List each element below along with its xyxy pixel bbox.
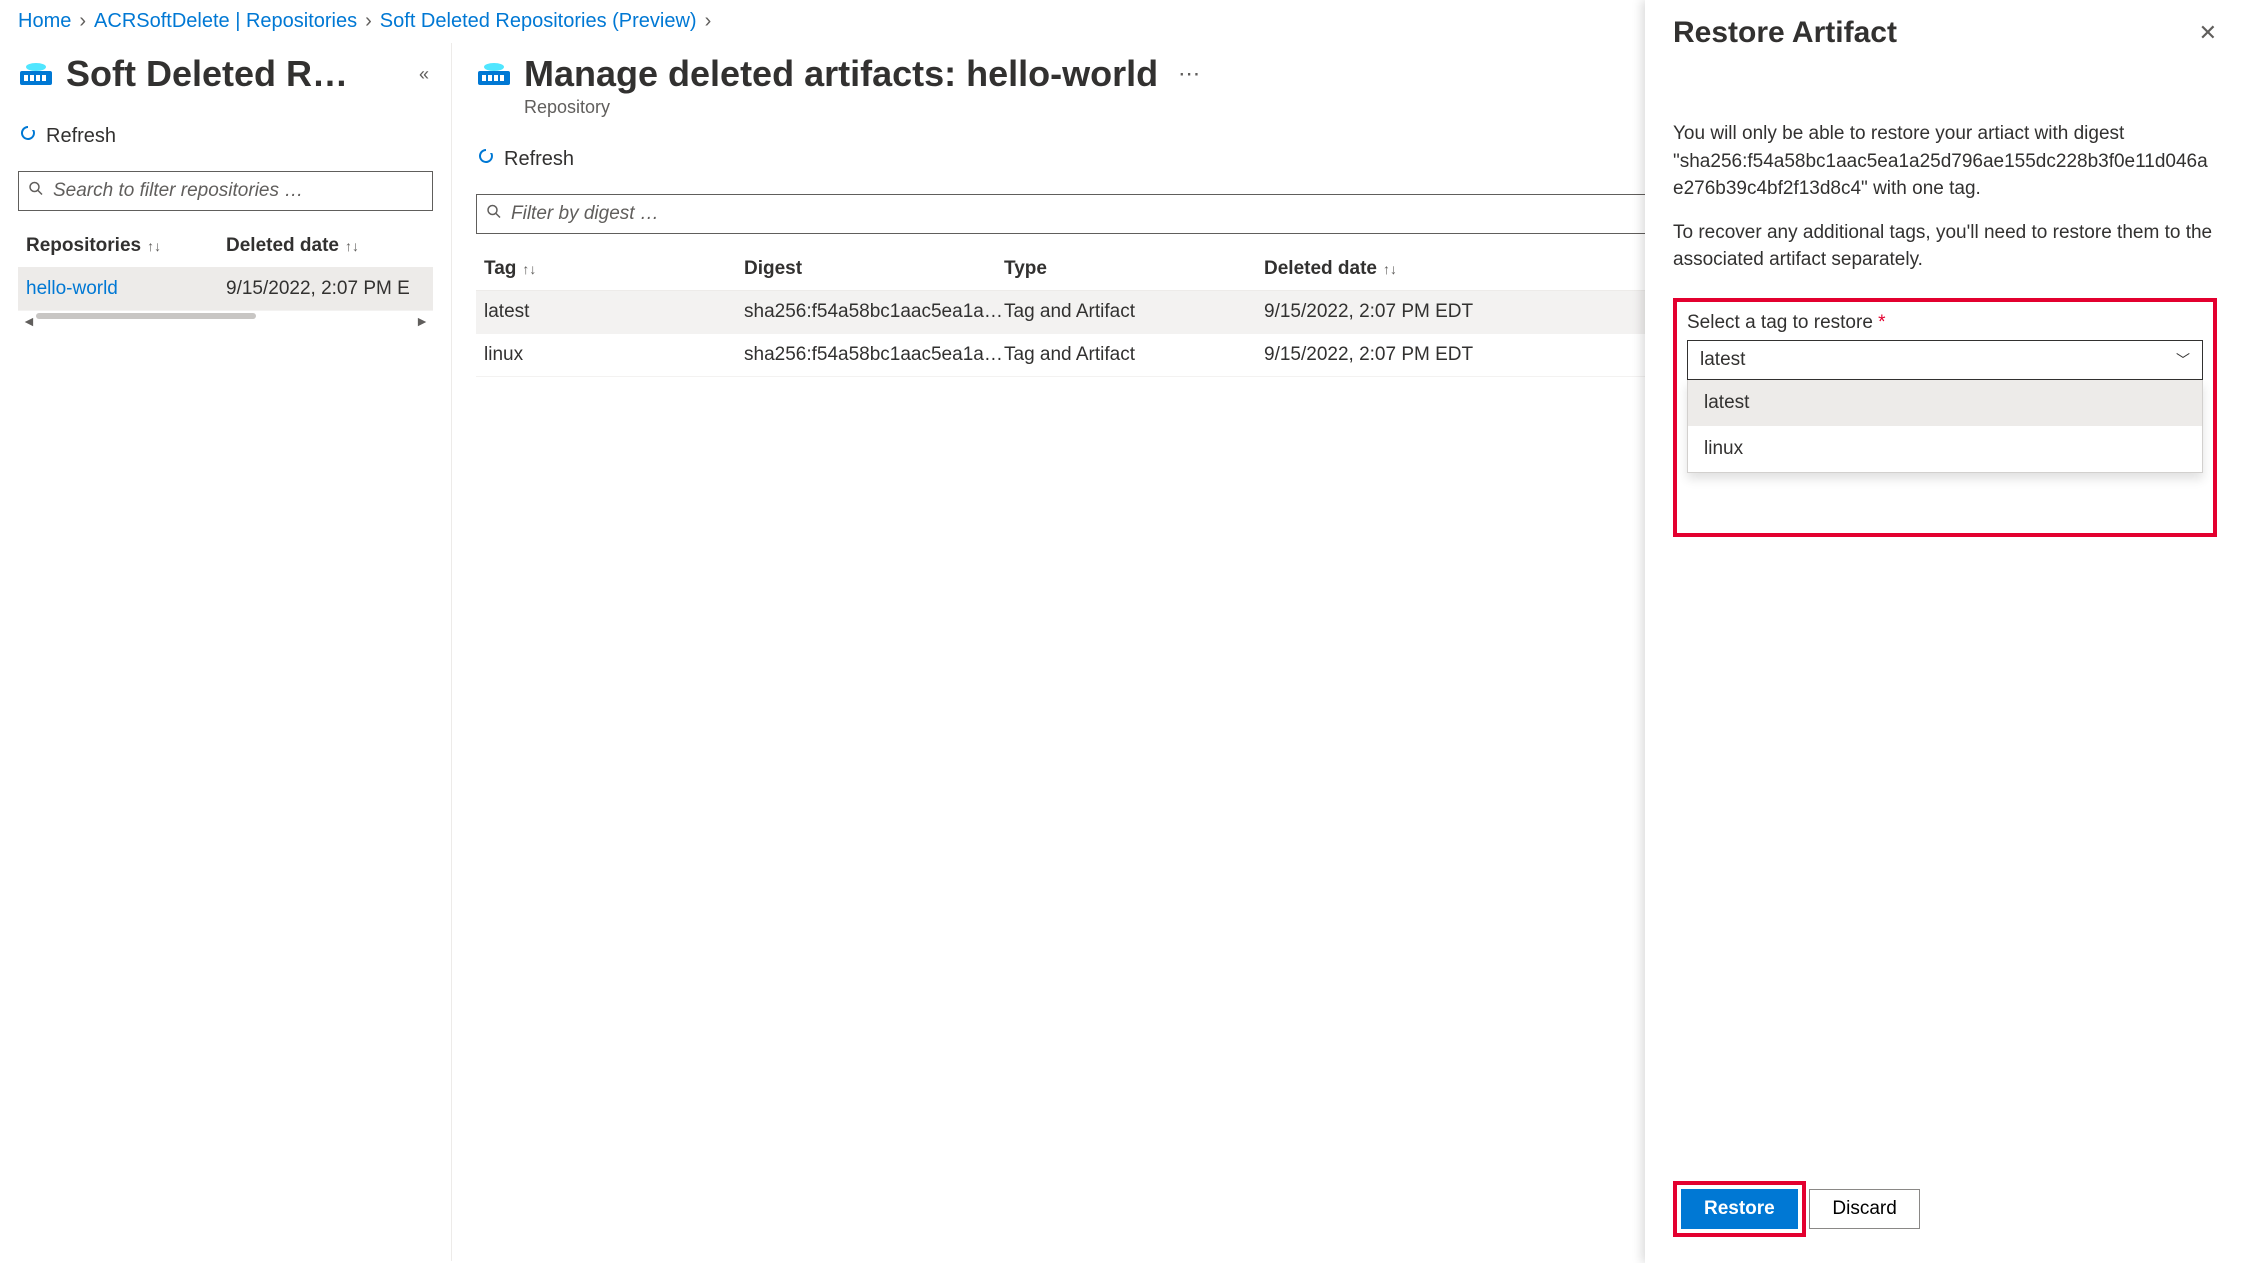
cell-tag: latest: [484, 301, 744, 323]
restore-artifact-pane: Restore Artifact ✕ You will only be able…: [1645, 0, 2245, 1263]
discard-button[interactable]: Discard: [1809, 1189, 1919, 1229]
restore-description-1: You will only be able to restore your ar…: [1673, 120, 2217, 203]
repo-table: Repositories ↑↓ Deleted date ↑↓ hello-wo…: [18, 225, 433, 331]
chevron-right-icon: ›: [365, 10, 372, 33]
refresh-icon: [476, 146, 496, 172]
sort-icon: ↑↓: [1383, 261, 1397, 277]
chevron-right-icon: ›: [79, 10, 86, 33]
col-tag[interactable]: Tag ↑↓: [484, 258, 744, 280]
search-icon: [28, 181, 44, 202]
tag-select-highlight: Select a tag to restore * latest ﹀ lates…: [1673, 298, 2217, 537]
close-pane-button[interactable]: ✕: [2199, 20, 2217, 46]
sort-icon: ↑↓: [522, 261, 536, 277]
repo-row[interactable]: hello-world 9/15/2022, 2:07 PM E: [18, 268, 433, 311]
search-icon: [486, 204, 502, 225]
left-panel: Soft Deleted Re… « Refresh Repositories …: [0, 43, 452, 1261]
repo-name-link[interactable]: hello-world: [26, 278, 226, 300]
container-registry-icon: [18, 61, 54, 87]
horizontal-scrollbar[interactable]: ◄ ►: [18, 311, 433, 331]
col-digest[interactable]: Digest: [744, 258, 1004, 280]
tag-option-linux[interactable]: linux: [1688, 426, 2202, 472]
main-panel-title: Manage deleted artifacts: hello-world: [524, 53, 1158, 95]
collapse-left-button[interactable]: «: [415, 60, 433, 89]
breadcrumb-home[interactable]: Home: [18, 10, 71, 33]
chevron-right-icon: ›: [705, 10, 712, 33]
left-panel-title: Soft Deleted Re…: [66, 53, 366, 95]
cell-digest: sha256:f54a58bc1aac5ea1a25…: [744, 301, 1004, 323]
refresh-label: Refresh: [504, 148, 574, 171]
col-repositories[interactable]: Repositories ↑↓: [26, 235, 226, 257]
col-deleted-date[interactable]: Deleted date ↑↓: [226, 235, 425, 257]
scroll-right-icon[interactable]: ►: [415, 313, 429, 329]
tag-select-dropdown[interactable]: latest ﹀: [1687, 340, 2203, 380]
tag-option-latest[interactable]: latest: [1688, 380, 2202, 426]
scroll-thumb[interactable]: [36, 313, 256, 319]
breadcrumb-softdeleted[interactable]: Soft Deleted Repositories (Preview): [380, 10, 697, 33]
selected-tag-value: latest: [1700, 349, 1745, 371]
refresh-left-button[interactable]: Refresh: [18, 123, 116, 149]
repo-date: 9/15/2022, 2:07 PM E: [226, 278, 425, 300]
cell-type: Tag and Artifact: [1004, 301, 1264, 323]
refresh-icon: [18, 123, 38, 149]
repo-search-input[interactable]: [18, 171, 433, 211]
sort-icon: ↑↓: [147, 238, 161, 254]
scroll-left-icon[interactable]: ◄: [22, 313, 36, 329]
cell-digest: sha256:f54a58bc1aac5ea1a25…: [744, 344, 1004, 366]
col-type[interactable]: Type: [1004, 258, 1264, 280]
more-actions-button[interactable]: ⋯: [1170, 61, 1208, 87]
close-icon: ✕: [2199, 20, 2217, 45]
refresh-main-button[interactable]: Refresh: [476, 146, 574, 172]
tag-dropdown-list: latest linux: [1687, 380, 2203, 473]
restore-button-highlight: Restore: [1673, 1181, 1806, 1237]
cell-type: Tag and Artifact: [1004, 344, 1264, 366]
restore-button[interactable]: Restore: [1681, 1189, 1798, 1229]
breadcrumb-acr[interactable]: ACRSoftDelete | Repositories: [94, 10, 357, 33]
chevron-down-icon: ﹀: [2176, 350, 2190, 370]
container-registry-icon: [476, 61, 512, 87]
refresh-label: Refresh: [46, 125, 116, 148]
side-pane-title: Restore Artifact: [1673, 16, 1897, 50]
restore-description-2: To recover any additional tags, you'll n…: [1673, 219, 2217, 274]
sort-icon: ↑↓: [345, 238, 359, 254]
cell-tag: linux: [484, 344, 744, 366]
select-tag-label: Select a tag to restore *: [1687, 312, 2203, 334]
